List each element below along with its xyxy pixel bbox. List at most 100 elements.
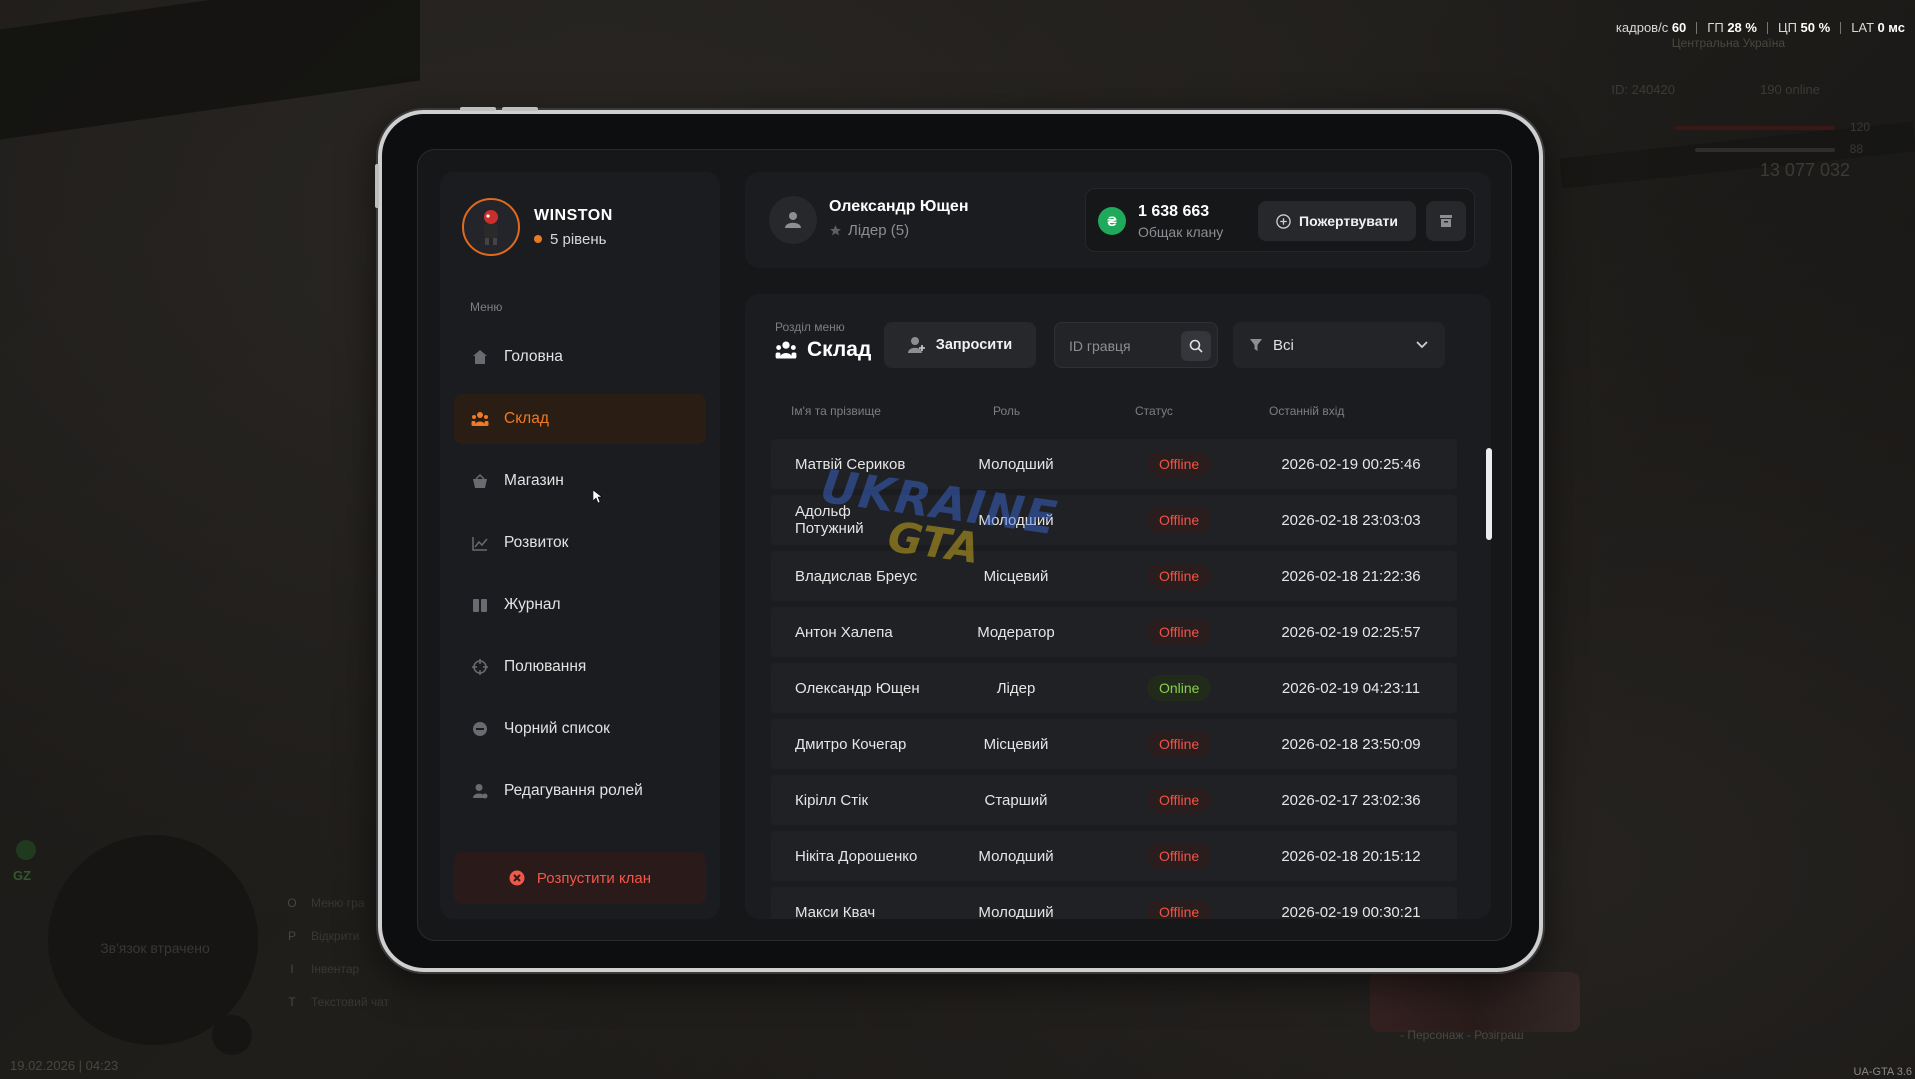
- table-row[interactable]: Антон Халепа Модератор Offline 2026-02-1…: [771, 607, 1457, 657]
- member-name: Кірілл Стік: [795, 791, 869, 809]
- user-name: Олександр Ющен: [829, 198, 969, 215]
- chart-icon: [470, 533, 490, 553]
- members-panel: Розділ меню Склад Запросити Всі: [745, 294, 1491, 919]
- donate-label: Пожертвувати: [1299, 213, 1398, 229]
- tablet-side-button: [375, 164, 379, 208]
- bg-beam: [0, 0, 420, 140]
- add-user-icon: [907, 337, 925, 353]
- last-login: 2026-02-19 04:23:11: [1281, 679, 1421, 697]
- gz-label: GZ: [13, 868, 32, 883]
- sidebar-item-label: Чорний список: [504, 720, 610, 737]
- gpu-value: 28 %: [1727, 20, 1757, 35]
- mouse-cursor-icon: [593, 490, 603, 504]
- people-icon: [470, 409, 490, 429]
- table-header: Ім'я та прізвище Роль Статус Останній вх…: [771, 404, 1451, 424]
- last-login: 2026-02-18 23:03:03: [1281, 511, 1421, 529]
- crosshair-icon: [470, 657, 490, 677]
- status-badge: Offline: [1147, 731, 1212, 757]
- profile-name: WINSTON: [534, 206, 613, 224]
- sidebar-item-label: Редагування ролей: [504, 782, 643, 799]
- member-role: Молодший: [978, 847, 1054, 865]
- hint-key: O: [287, 895, 297, 910]
- game-datetime: 19.02.2026 | 04:23: [10, 1058, 119, 1073]
- sidebar-item-journal[interactable]: Журнал: [454, 580, 706, 630]
- key-hint: P Відкрити: [285, 919, 389, 952]
- tablet-top-button: [502, 107, 538, 111]
- hud-separator: [1696, 21, 1698, 34]
- status-badge: Online: [1147, 675, 1212, 701]
- status-badge: Offline: [1147, 843, 1212, 869]
- filter-value: Всі: [1273, 336, 1294, 354]
- table-row[interactable]: Олександр Ющен Лідер Online 2026-02-19 0…: [771, 663, 1457, 713]
- balance-label: Общак клану: [1138, 224, 1224, 240]
- table-row[interactable]: Владислав Бреус Місцевий Offline 2026-02…: [771, 551, 1457, 601]
- table-scrollbar[interactable]: [1486, 448, 1492, 540]
- column-header-role: Роль: [993, 404, 1021, 418]
- member-role: Модератор: [977, 623, 1055, 641]
- hryvnia-coin-icon: ₴: [1098, 207, 1126, 235]
- hint-label: Текстовий чат: [311, 994, 390, 1009]
- sidebar-item-hunting[interactable]: Полювання: [454, 642, 706, 692]
- page-title-text: Склад: [807, 338, 872, 361]
- member-name: Дмитро Кочегар: [795, 735, 907, 753]
- sidebar-item-label: Склад: [504, 410, 549, 427]
- table-row[interactable]: Нікіта Дорошенко Молодший Offline 2026-0…: [771, 831, 1457, 881]
- last-login: 2026-02-17 23:02:36: [1281, 791, 1421, 809]
- invite-button[interactable]: Запросити: [884, 322, 1036, 368]
- sidebar-item-home[interactable]: Головна: [454, 332, 706, 382]
- search-input[interactable]: [1069, 335, 1179, 357]
- sidebar-item-label: Головна: [504, 348, 563, 365]
- giveaway-caption: - Персонаж - Розіграш: [1400, 1028, 1524, 1042]
- status-badge: Offline: [1147, 563, 1212, 589]
- avatar: [462, 198, 520, 256]
- column-header-last-login: Останній вхід: [1269, 404, 1345, 418]
- hud-separator: [1840, 21, 1842, 34]
- hud-separator: [1766, 21, 1768, 34]
- disband-clan-button[interactable]: Розпустити клан: [454, 852, 706, 904]
- sidebar-item-edit-roles[interactable]: Редагування ролей: [454, 766, 706, 816]
- sidebar-item-warehouse[interactable]: Склад: [454, 394, 706, 444]
- member-name: Нікіта Дорошенко: [795, 847, 918, 865]
- table-row[interactable]: Макси Квач Молодший Offline 2026-02-19 0…: [771, 887, 1457, 919]
- game-version: UA-GTA 3.6: [1853, 1066, 1912, 1078]
- hint-key: I: [290, 961, 294, 976]
- sidebar-item-label: Полювання: [504, 658, 587, 675]
- player-id: ID: 240420: [1611, 82, 1675, 97]
- key-hint: I Інвентар: [285, 952, 389, 985]
- sidebar-item-development[interactable]: Розвиток: [454, 518, 706, 568]
- member-role: Старший: [984, 791, 1048, 809]
- status-badge: Offline: [1147, 507, 1212, 533]
- performance-overlay: кадров/с 60 ГП 28 % ЦП 50 % LAT 0 мс: [1616, 20, 1905, 35]
- table-row[interactable]: Кірілл Стік Старший Offline 2026-02-17 2…: [771, 775, 1457, 825]
- column-header-status: Статус: [1135, 404, 1173, 418]
- sidebar-item-blacklist[interactable]: Чорний список: [454, 704, 706, 754]
- user-avatar: [769, 196, 817, 244]
- role-filter-dropdown[interactable]: Всі: [1233, 322, 1445, 368]
- fps-value: 60: [1671, 20, 1687, 35]
- last-login: 2026-02-19 02:25:57: [1281, 623, 1421, 641]
- cash-amount: 13 077 032: [1759, 160, 1850, 180]
- donate-button[interactable]: Пожертвувати: [1258, 201, 1416, 241]
- hint-label: Меню гра: [311, 895, 365, 910]
- member-name: Макси Квач: [795, 903, 876, 920]
- member-role: Молодший: [978, 903, 1054, 920]
- gpu-label: ГП: [1707, 20, 1724, 35]
- status-badge: Offline: [1147, 619, 1212, 645]
- sidebar-item-shop[interactable]: Магазин: [454, 456, 706, 506]
- history-button[interactable]: [1426, 201, 1466, 241]
- latency-value: 0 мс: [1877, 20, 1905, 35]
- search-button[interactable]: [1181, 331, 1211, 361]
- hint-key: P: [287, 928, 296, 943]
- last-login: 2026-02-18 20:15:12: [1281, 847, 1421, 865]
- table-row[interactable]: Дмитро Кочегар Місцевий Offline 2026-02-…: [771, 719, 1457, 769]
- region-name: Центральна Україна: [1671, 36, 1785, 50]
- disband-label: Розпустити клан: [536, 869, 652, 887]
- status-badge: Offline: [1147, 451, 1212, 477]
- christmas-giveaway-banner[interactable]: [1370, 972, 1580, 1032]
- armor-value: 88: [1849, 142, 1863, 156]
- plus-circle-icon: [1276, 213, 1291, 229]
- minimap-status: Зв'язок втрачено: [100, 940, 210, 956]
- hint-label: Відкрити: [311, 928, 360, 943]
- key-hint: O Меню гра: [285, 886, 389, 919]
- last-login: 2026-02-19 00:30:21: [1281, 903, 1421, 920]
